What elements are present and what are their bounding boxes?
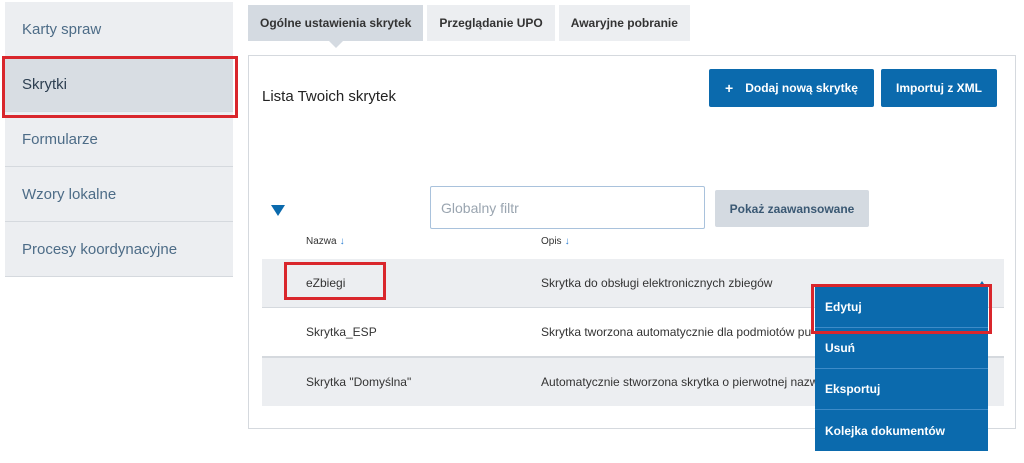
tab-label: Przeglądanie UPO [439,16,543,30]
tab-awaryjne-pobranie[interactable]: Awaryjne pobranie [558,5,690,41]
cell-description: Automatycznie stworzona skrytka o pierwo… [541,375,819,389]
arrow-down-icon: ↓ [339,236,345,247]
show-advanced-button[interactable]: Pokaż zaawansowane [715,190,869,227]
add-button-label: Dodaj nową skrytkę [745,81,858,95]
column-header-opis[interactable]: Opis ↓ [541,236,570,247]
menu-item-label: Edytuj [825,300,862,314]
sidebar-item-procesy-koordynacyjne[interactable]: Procesy koordynacyjne [5,222,233,277]
menu-item-kolejka-dokumentow[interactable]: Kolejka dokumentów [815,410,988,451]
row-context-menu: Edytuj Usuń Eksportuj Kolejka dokumentów [815,287,988,451]
column-header-label: Nazwa [306,236,337,247]
advanced-button-label: Pokaż zaawansowane [729,201,855,216]
menu-item-edytuj[interactable]: Edytuj [815,287,988,328]
menu-item-usun[interactable]: Usuń [815,328,988,369]
column-header-nazwa[interactable]: Nazwa ↓ [306,236,345,247]
import-xml-button[interactable]: Importuj z XML [881,69,997,107]
plus-icon: + [725,80,734,96]
sidebar-item-label: Procesy koordynacyjne [22,240,178,258]
tab-ogolne-ustawienia[interactable]: Ogólne ustawienia skrytek [248,5,424,48]
tab-bar: Ogólne ustawienia skrytek Przeglądanie U… [248,5,690,48]
menu-item-label: Kolejka dokumentów [825,423,946,438]
triangle-down-icon[interactable] [271,205,285,216]
sidebar-item-wzory-lokalne[interactable]: Wzory lokalne [5,167,233,222]
tab-label: Awaryjne pobranie [570,16,678,30]
sidebar-item-label: Formularze [22,130,98,148]
sidebar-item-karty-spraw[interactable]: Karty spraw [5,2,233,57]
tab-przegladanie-upo[interactable]: Przeglądanie UPO [427,5,555,41]
sidebar-item-skrytki[interactable]: Skrytki [5,57,233,112]
menu-item-eksportuj[interactable]: Eksportuj [815,369,988,410]
global-filter-input[interactable] [430,186,705,229]
column-header-label: Opis [541,236,562,247]
sidebar-item-label: Karty spraw [22,20,102,38]
cell-name: eZbiegi [306,276,346,290]
import-button-label: Importuj z XML [896,81,982,95]
sidebar-item-label: Skrytki [22,75,67,93]
sidebar-item-formularze[interactable]: Formularze [5,112,233,167]
cell-name: Skrytka_ESP [306,325,377,339]
arrow-down-icon: ↓ [564,236,570,247]
sidebar-item-label: Wzory lokalne [22,185,117,203]
menu-item-label: Eksportuj [825,382,881,396]
cell-name: Skrytka "Domyślna" [306,375,412,389]
cell-description: Skrytka tworzona automatycznie dla podmi… [541,325,812,339]
sidebar: Karty spraw Skrytki Formularze Wzory lok… [5,2,233,277]
tab-label: Ogólne ustawienia skrytek [260,16,412,30]
cell-description: Skrytka do obsługi elektronicznych zbieg… [541,276,773,290]
page-title: Lista Twoich skrytek [262,88,396,105]
menu-item-label: Usuń [825,341,855,355]
add-mailbox-button[interactable]: + Dodaj nową skrytkę [709,69,874,107]
